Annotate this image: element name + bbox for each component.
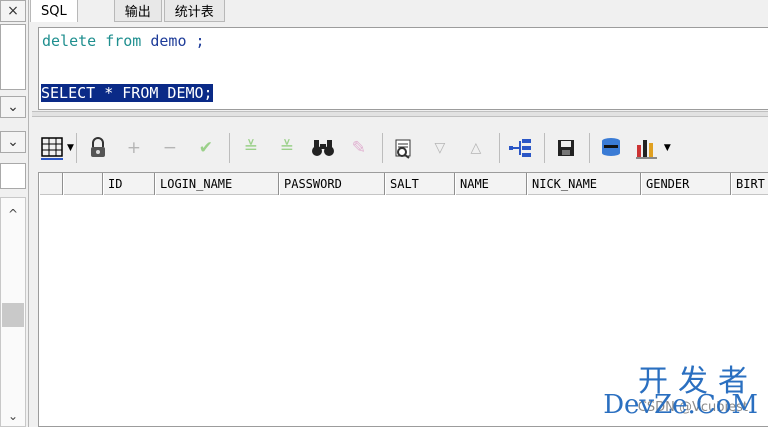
statement-terminator: ; [195,32,205,50]
chart-dropdown-icon[interactable]: ▼ [664,143,671,153]
editor-line-1: delete from demo ; [42,32,205,50]
scroll-down-icon[interactable]: ⌄ [1,406,25,426]
toolbar-separator [543,133,545,163]
column-header-login-name[interactable]: LOGIN_NAME [155,173,279,195]
table-identifier: demo [150,32,187,50]
left-panel-input[interactable] [0,163,26,189]
left-scrollbar[interactable]: ^ ⌄ [0,197,26,427]
watermark: 开发者 CSDN @Vcubiest DevZe.CoM [592,356,762,422]
save-icon[interactable] [551,133,581,163]
grid-icon[interactable] [38,133,68,163]
close-button[interactable]: × [0,0,26,22]
query-by-example-icon[interactable] [389,133,419,163]
fetch-all-icon[interactable]: ≚ [272,133,302,163]
sort-desc-icon[interactable]: ▽ [425,133,455,163]
header-indicator[interactable] [63,173,103,195]
column-header-password[interactable]: PASSWORD [279,173,385,195]
chevron-down-icon: ⌄ [7,134,19,150]
column-header-gender[interactable]: GENDER [641,173,731,195]
column-header-id[interactable]: ID [103,173,155,195]
tab-bar: SQL 输出 统计表 [30,0,768,22]
sort-asc-icon[interactable]: △ [461,133,491,163]
chart-icon[interactable] [632,133,662,163]
grid-dropdown-icon[interactable]: ▼ [67,143,74,153]
dropdown-button-2[interactable]: ⌄ [0,131,26,153]
column-header-name[interactable]: NAME [455,173,527,195]
app-window: × ⌄ ⌄ ^ ⌄ SQL 输出 统计表 delete from demo ; … [0,0,768,427]
sql-editor[interactable]: delete from demo ; SELECT * FROM DEMO; [38,27,768,110]
tab-output[interactable]: 输出 [113,0,162,22]
column-header-birt[interactable]: BIRT [731,173,768,195]
tree-icon[interactable] [506,133,536,163]
left-panel-list [0,24,26,90]
close-icon: × [7,3,19,19]
keyword-delete: delete [42,32,97,50]
left-panel: × ⌄ ⌄ ^ ⌄ [0,0,29,427]
fetch-next-icon[interactable]: ≚ [236,133,266,163]
toolbar-separator [588,133,590,163]
header-corner[interactable] [39,173,63,195]
toolbar-separator [498,133,500,163]
lock-icon[interactable] [83,133,113,163]
selected-statement: SELECT * FROM DEMO; [41,84,213,102]
dropdown-button-1[interactable]: ⌄ [0,96,26,118]
panel-splitter[interactable] [32,111,768,117]
column-header-nick-name[interactable]: NICK_NAME [527,173,641,195]
plus-icon[interactable]: + [119,133,149,163]
chevron-down-icon: ⌄ [7,99,19,115]
toolbar-separator [228,133,230,163]
binoculars-icon[interactable] [308,133,338,163]
grid-toolbar: ▼ + − ✔ ≚ ≚ ✎ ▽ △ ▼ [38,127,768,169]
tab-statistics[interactable]: 统计表 [163,0,225,22]
column-header-salt[interactable]: SALT [385,173,455,195]
grid-header: ID LOGIN_NAME PASSWORD SALT NAME NICK_NA… [39,173,768,195]
minus-icon[interactable]: − [155,133,185,163]
scroll-up-icon[interactable]: ^ [1,204,25,224]
toolbar-separator [381,133,383,163]
toolbar-separator [75,133,77,163]
check-icon[interactable]: ✔ [191,133,221,163]
editor-line-2: SELECT * FROM DEMO; [41,84,213,102]
eraser-icon[interactable]: ✎ [344,133,374,163]
keyword-from: from [105,32,142,50]
tab-sql[interactable]: SQL [30,0,78,22]
scroll-thumb[interactable] [2,303,24,327]
database-icon[interactable] [596,133,626,163]
watermark-english: DevZe.CoM [603,390,758,420]
